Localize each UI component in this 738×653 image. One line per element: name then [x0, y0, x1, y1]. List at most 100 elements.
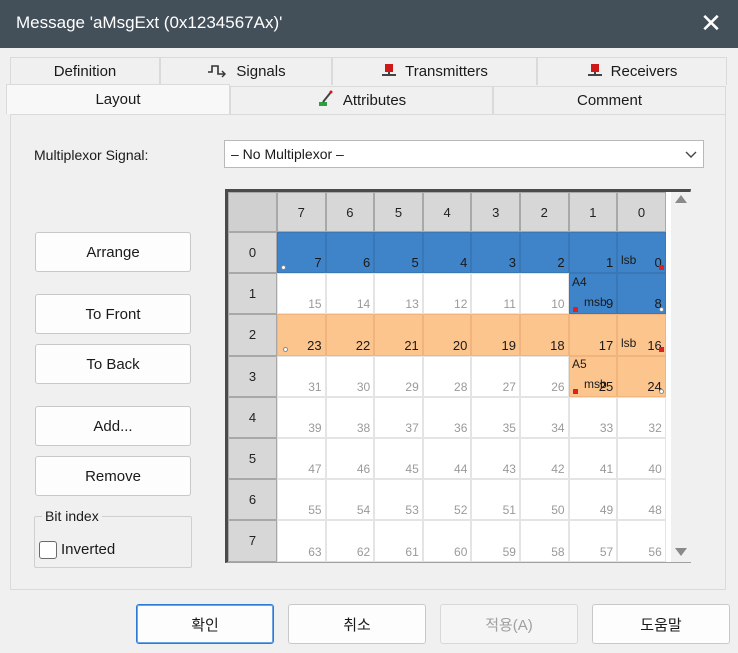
- bit-cell[interactable]: 12: [422, 273, 472, 315]
- bit-cell[interactable]: 33: [568, 396, 618, 438]
- bit-cell[interactable]: 39: [277, 396, 326, 438]
- bit-number: 57: [599, 544, 614, 559]
- a5-msb-marker: [573, 389, 578, 394]
- bit-cell[interactable]: 36: [422, 396, 472, 438]
- bit-cell[interactable]: 42: [520, 438, 569, 480]
- bit-number: 13: [405, 297, 419, 312]
- tab-signals[interactable]: Signals: [160, 57, 332, 85]
- bit-cell[interactable]: 29: [374, 355, 423, 397]
- bit-cell[interactable]: 21: [374, 314, 423, 356]
- remove-button[interactable]: Remove: [35, 456, 191, 496]
- bit-cell[interactable]: 49: [568, 479, 618, 521]
- row-header-4: 4: [228, 396, 277, 438]
- bit-cell[interactable]: 3: [471, 232, 520, 274]
- bit-cell[interactable]: 4: [422, 232, 472, 274]
- to-back-button[interactable]: To Back: [35, 344, 191, 384]
- bit-cell[interactable]: 22: [325, 314, 375, 356]
- window-title: Message 'aMsgExt (0x1234567Ax)': [16, 13, 283, 32]
- tab-transmitters[interactable]: Transmitters: [332, 57, 537, 85]
- apply-button[interactable]: 적용(A): [440, 604, 578, 644]
- bit-cell[interactable]: 20: [422, 314, 472, 356]
- tab-comment[interactable]: Comment: [493, 86, 726, 114]
- inverted-label[interactable]: Inverted: [61, 541, 115, 558]
- multiplexor-select[interactable]: – No Multiplexor –: [224, 140, 704, 168]
- scroll-up-icon[interactable]: [675, 195, 687, 203]
- bit-cell[interactable]: 15: [277, 273, 326, 315]
- to-front-button[interactable]: To Front: [35, 294, 191, 334]
- bit-cell[interactable]: 62: [325, 520, 375, 562]
- bit-cell[interactable]: 60: [422, 520, 472, 562]
- bit-cell[interactable]: 51: [471, 479, 520, 521]
- bit-cell[interactable]: 17: [568, 314, 618, 356]
- bit-cell[interactable]: 52: [422, 479, 472, 521]
- bit-number: 47: [308, 462, 322, 477]
- bit-cell[interactable]: 48: [617, 479, 666, 521]
- bit-number: 39: [308, 420, 322, 435]
- bit-cell[interactable]: 63: [277, 520, 326, 562]
- bit-number: 35: [502, 420, 516, 435]
- bit-number: 61: [405, 544, 419, 559]
- bit-cell[interactable]: 54: [325, 479, 375, 521]
- bit-cell[interactable]: 1: [568, 232, 618, 274]
- bit-cell[interactable]: 18: [520, 314, 569, 356]
- bit-number: 44: [454, 462, 468, 477]
- bit-number: 21: [404, 337, 419, 353]
- bit-cell[interactable]: 40: [617, 438, 666, 480]
- bit-number: 5: [411, 255, 419, 271]
- close-icon[interactable]: ✕: [698, 8, 724, 38]
- grid-scrollbar[interactable]: [671, 192, 691, 562]
- bit-cell[interactable]: 53: [374, 479, 423, 521]
- bit-cell[interactable]: 38: [325, 396, 375, 438]
- bit-cell[interactable]: 32: [617, 396, 666, 438]
- receiver-node-icon: [587, 62, 603, 82]
- bit-cell[interactable]: 55: [277, 479, 326, 521]
- bit-cell[interactable]: 26: [520, 355, 569, 397]
- bit-cell[interactable]: 50: [520, 479, 569, 521]
- bit-cell[interactable]: 59: [471, 520, 520, 562]
- a4-msb-marker: [573, 307, 578, 312]
- tab-attributes-label: Attributes: [342, 92, 407, 109]
- tab-receivers[interactable]: Receivers: [537, 57, 727, 85]
- help-button[interactable]: 도움말: [592, 604, 730, 644]
- bit-cell[interactable]: 34: [520, 396, 569, 438]
- bit-cell[interactable]: 43: [471, 438, 520, 480]
- a5-lsb-label: lsb: [621, 336, 637, 350]
- bit-cell[interactable]: 41: [568, 438, 618, 480]
- bit-cell[interactable]: 19: [471, 314, 520, 356]
- bit-cell[interactable]: 2: [520, 232, 569, 274]
- bit-cell[interactable]: 61: [374, 520, 423, 562]
- ok-button[interactable]: 확인: [136, 604, 274, 644]
- inverted-checkbox[interactable]: [39, 541, 57, 559]
- bit-cell[interactable]: 46: [325, 438, 375, 480]
- bit-cell[interactable]: 35: [471, 396, 520, 438]
- tab-layout[interactable]: Layout: [6, 84, 230, 114]
- column-header-6: 6: [325, 192, 375, 232]
- bit-cell[interactable]: 47: [277, 438, 326, 480]
- bit-cell[interactable]: 10: [520, 273, 569, 315]
- bit-cell[interactable]: 14: [325, 273, 375, 315]
- bit-cell[interactable]: 5: [374, 232, 423, 274]
- bit-number: 40: [648, 462, 662, 477]
- cancel-button[interactable]: 취소: [288, 604, 426, 644]
- bit-cell[interactable]: 58: [520, 520, 569, 562]
- bit-cell[interactable]: 27: [471, 355, 520, 397]
- tab-attributes[interactable]: Attributes: [230, 86, 493, 114]
- tab-definition[interactable]: Definition: [10, 57, 160, 85]
- bit-cell[interactable]: 6: [325, 232, 375, 274]
- arrange-button[interactable]: Arrange: [35, 232, 191, 272]
- add-button[interactable]: Add...: [35, 406, 191, 446]
- bit-cell[interactable]: 13: [374, 273, 423, 315]
- bit-cell[interactable]: 45: [374, 438, 423, 480]
- bit-cell[interactable]: 28: [422, 355, 472, 397]
- bit-cell[interactable]: 37: [374, 396, 423, 438]
- bit-cell[interactable]: 44: [422, 438, 472, 480]
- bit-cell[interactable]: 57: [568, 520, 618, 562]
- bit-cell[interactable]: 11: [471, 273, 520, 315]
- bit-cell[interactable]: 31: [277, 355, 326, 397]
- bit-number: 11: [503, 297, 516, 312]
- bit-cell[interactable]: 30: [325, 355, 375, 397]
- scroll-down-icon[interactable]: [675, 548, 687, 556]
- bit-cell[interactable]: 56: [617, 520, 666, 562]
- transmitter-node-icon: [381, 62, 397, 82]
- row-header-6: 6: [228, 479, 277, 521]
